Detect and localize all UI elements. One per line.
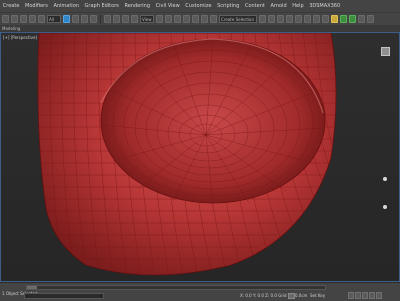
ribbon-toggle-icon[interactable] xyxy=(295,15,302,23)
select-object-icon[interactable] xyxy=(63,15,70,23)
viewport-perspective[interactable]: [+] [Perspective] [Standard] [Default Sh… xyxy=(0,32,400,282)
snap-3d-icon[interactable] xyxy=(174,15,181,23)
named-selection-dropdown[interactable]: Create Selection Set xyxy=(219,15,257,23)
undo-icon[interactable] xyxy=(2,15,9,23)
time-slider-track[interactable] xyxy=(26,285,326,290)
render-in-cloud-icon[interactable] xyxy=(358,15,365,23)
menu-animation[interactable]: Animation xyxy=(51,0,82,12)
render-production-icon[interactable] xyxy=(349,15,356,23)
move-icon[interactable] xyxy=(104,15,111,23)
toggle-scene-explorer-icon[interactable] xyxy=(277,15,284,23)
align-icon[interactable] xyxy=(268,15,275,23)
reference-coordinate-dropdown[interactable]: View xyxy=(140,15,154,23)
menu-create[interactable]: Create xyxy=(0,0,22,12)
a360-gallery-icon[interactable] xyxy=(367,15,374,23)
go-to-start-icon[interactable] xyxy=(348,292,354,299)
menu-modifiers[interactable]: Modifiers xyxy=(22,0,50,12)
menu-scripting[interactable]: Scripting xyxy=(214,0,242,12)
keyboard-shortcut-icon[interactable] xyxy=(165,15,172,23)
set-key-label[interactable]: Set Key xyxy=(310,293,325,298)
zoom-extents-icon[interactable] xyxy=(383,205,387,209)
edit-named-selection-icon[interactable] xyxy=(210,15,217,23)
rendered-frame-window-icon[interactable] xyxy=(340,15,347,23)
mirror-icon[interactable] xyxy=(259,15,266,23)
menu-rendering[interactable]: Rendering xyxy=(122,0,153,12)
menu-bar: Create Modifiers Animation Graph Editors… xyxy=(0,0,400,12)
key-icon[interactable] xyxy=(288,293,295,299)
coordinate-readout: X: 0.0 Y: 0.0 Z: 0.0 Grid = 10.0cm xyxy=(240,293,308,298)
toggle-layer-explorer-icon[interactable] xyxy=(286,15,293,23)
rect-selection-icon[interactable] xyxy=(81,15,88,23)
next-frame-icon[interactable] xyxy=(369,292,375,299)
angle-snap-icon[interactable] xyxy=(183,15,190,23)
time-slider-handle[interactable] xyxy=(27,286,37,289)
play-icon[interactable] xyxy=(362,292,368,299)
selection-filter-dropdown[interactable]: All xyxy=(47,15,61,23)
playback-controls xyxy=(348,292,382,299)
viewcube-icon[interactable] xyxy=(381,47,390,56)
select-by-name-icon[interactable] xyxy=(72,15,79,23)
menu-content[interactable]: Content xyxy=(242,0,267,12)
schematic-view-icon[interactable] xyxy=(313,15,320,23)
menu-graph-editors[interactable]: Graph Editors xyxy=(82,0,122,12)
main-toolbar: All View Create Selection Set xyxy=(0,12,400,25)
redo-icon[interactable] xyxy=(11,15,18,23)
material-editor-icon[interactable] xyxy=(322,15,329,23)
status-bar: 1 Object Selected X: 0.0 Y: 0.0 Z: 0.0 G… xyxy=(0,282,400,301)
previous-frame-icon[interactable] xyxy=(355,292,361,299)
mesh-render[interactable] xyxy=(1,33,400,282)
render-setup-icon[interactable] xyxy=(331,15,338,23)
window-crossing-icon[interactable] xyxy=(90,15,97,23)
steering-wheel-icon[interactable] xyxy=(383,177,387,181)
menu-civil-view[interactable]: Civil View xyxy=(153,0,183,12)
bind-space-warp-icon[interactable] xyxy=(38,15,45,23)
link-icon[interactable] xyxy=(20,15,27,23)
percent-snap-icon[interactable] xyxy=(192,15,199,23)
curve-editor-icon[interactable] xyxy=(304,15,311,23)
unlink-icon[interactable] xyxy=(29,15,36,23)
menu-customize[interactable]: Customize xyxy=(182,0,214,12)
placement-icon[interactable] xyxy=(131,15,138,23)
menu-arnold[interactable]: Arnold xyxy=(268,0,290,12)
separator xyxy=(100,14,101,24)
rotate-icon[interactable] xyxy=(113,15,120,23)
go-to-end-icon[interactable] xyxy=(376,292,382,299)
menu-help[interactable]: Help xyxy=(289,0,306,12)
maxscript-listener-field[interactable] xyxy=(24,293,104,299)
ribbon-tab-modeling[interactable]: Modeling xyxy=(0,25,22,32)
spinner-snap-icon[interactable] xyxy=(201,15,208,23)
scale-icon[interactable] xyxy=(122,15,129,23)
menu-3dsmax360[interactable]: 3DSMAX360 xyxy=(306,0,343,12)
pivot-icon[interactable] xyxy=(156,15,163,23)
